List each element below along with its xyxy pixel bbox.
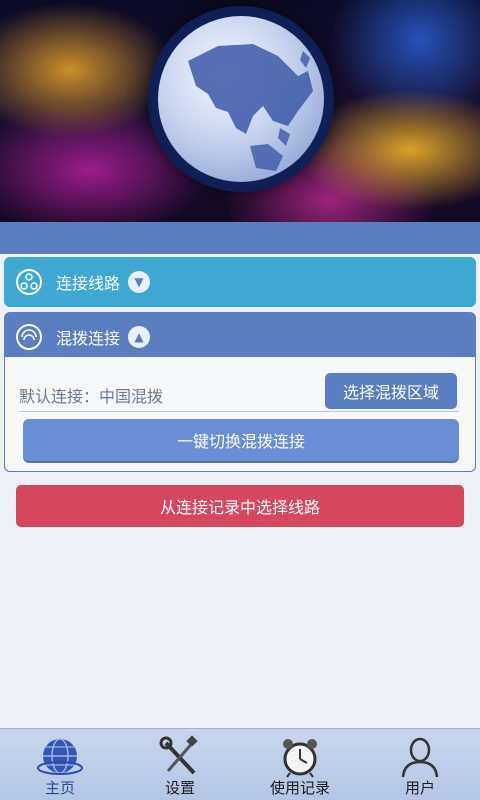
tab-home-label: 主页	[44, 779, 75, 797]
tools-icon	[158, 735, 202, 783]
mix-connect-panel[interactable]: 混拨连接 ▲	[4, 312, 476, 362]
tab-settings-label: 设置	[164, 779, 195, 797]
tab-usage-history[interactable]: 使用记录	[240, 729, 360, 800]
tab-settings[interactable]: 设置	[120, 729, 240, 800]
one-click-switch-button[interactable]: 一键切换混拨连接	[23, 419, 459, 463]
mix-dial-icon	[16, 324, 42, 350]
connect-route-label: 连接线路	[56, 274, 121, 293]
bottom-tab-bar: 主页 设置 使用记录 用户	[0, 728, 480, 800]
tab-user-label: 用户	[404, 779, 435, 797]
tab-home[interactable]: 主页	[0, 729, 120, 800]
tab-usage-history-label: 使用记录	[269, 779, 330, 797]
connect-route-panel[interactable]: 连接线路 ▼	[4, 257, 476, 307]
header-strip	[0, 222, 480, 254]
user-icon	[398, 735, 442, 783]
mix-connect-label: 混拨连接	[56, 329, 121, 348]
select-from-history-button[interactable]: 从连接记录中选择线路	[16, 485, 464, 527]
select-region-button[interactable]: 选择混拨区域	[325, 373, 457, 409]
globe-image	[148, 6, 334, 192]
divider	[19, 411, 459, 412]
globe-icon	[37, 735, 83, 783]
default-connection-label: 默认连接：中国混拨	[19, 387, 164, 406]
arrow-up-icon: ▲	[128, 326, 151, 348]
arrow-down-icon: ▼	[128, 271, 151, 293]
mix-connect-body: 默认连接：中国混拨 选择混拨区域 一键切换混拨连接	[4, 357, 476, 472]
alarm-clock-icon	[278, 735, 322, 783]
hero-banner	[0, 0, 480, 222]
tab-user[interactable]: 用户	[360, 729, 480, 800]
network-icon	[16, 269, 42, 295]
